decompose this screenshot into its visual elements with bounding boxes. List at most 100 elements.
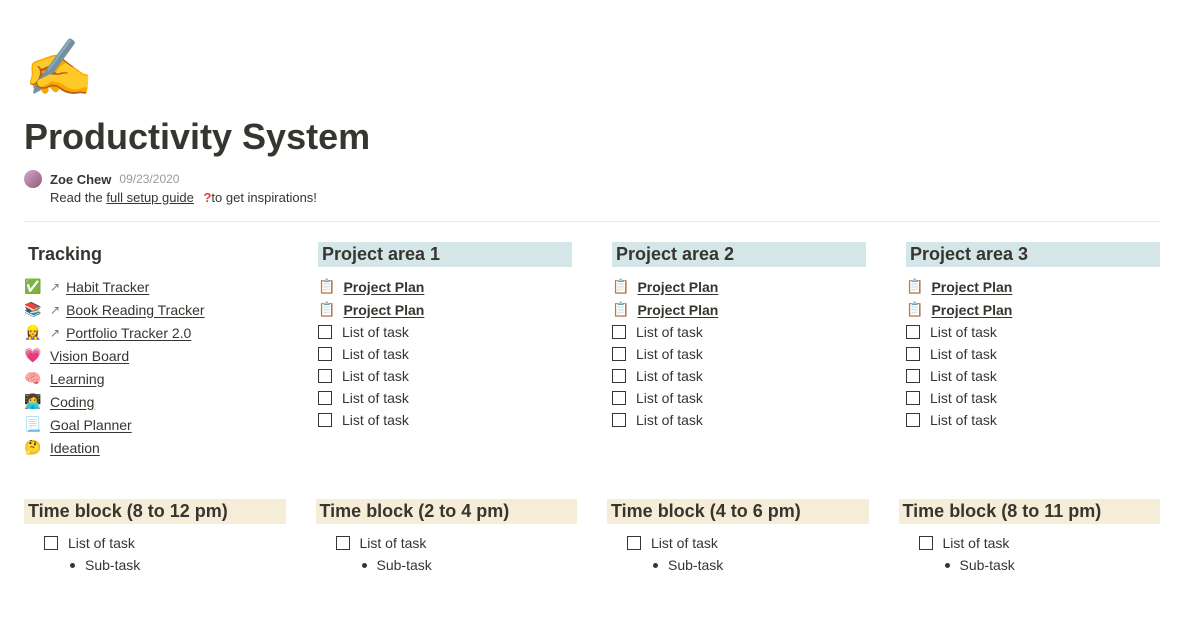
todo-item[interactable]: List of task bbox=[612, 409, 866, 431]
todo-item[interactable]: List of task bbox=[318, 365, 572, 387]
todo-item[interactable]: List of task bbox=[318, 343, 572, 365]
tracking-label: Ideation bbox=[50, 440, 100, 456]
author-name: Zoe Chew bbox=[50, 172, 111, 187]
emoji-icon: ✅ bbox=[24, 278, 44, 295]
plan-label: Project Plan bbox=[931, 302, 1012, 318]
author-row: Zoe Chew 09/23/2020 bbox=[24, 170, 1160, 188]
avatar bbox=[24, 170, 42, 188]
tracking-item[interactable]: 📚 ↗ Book Reading Tracker bbox=[24, 298, 278, 321]
todo-label: List of task bbox=[360, 535, 427, 551]
bullet-icon bbox=[945, 563, 950, 568]
checkbox-icon[interactable] bbox=[906, 347, 920, 361]
col-project-3: Project area 3 📋Project Plan 📋Project Pl… bbox=[906, 242, 1160, 459]
project-plan-link[interactable]: 📋 Project Plan bbox=[318, 275, 572, 298]
tracking-label: Learning bbox=[50, 371, 105, 387]
todo-label: List of task bbox=[930, 324, 997, 340]
checkbox-icon[interactable] bbox=[906, 325, 920, 339]
emoji-icon: 💗 bbox=[24, 347, 44, 364]
checkbox-icon[interactable] bbox=[612, 347, 626, 361]
tracking-item[interactable]: 🧠 Learning bbox=[24, 367, 278, 390]
subtask-item[interactable]: Sub-task bbox=[316, 554, 578, 576]
tracking-item[interactable]: 📃 Goal Planner bbox=[24, 413, 278, 436]
top-columns: Tracking ✅ ↗ Habit Tracker 📚 ↗ Book Read… bbox=[24, 242, 1160, 459]
todo-item[interactable]: List of task bbox=[906, 365, 1160, 387]
tracking-item[interactable]: 👷‍♀️ ↗ Portfolio Tracker 2.0 bbox=[24, 321, 278, 344]
tracking-label: Goal Planner bbox=[50, 417, 132, 433]
checkbox-icon[interactable] bbox=[318, 413, 332, 427]
checkbox-icon[interactable] bbox=[906, 391, 920, 405]
todo-item[interactable]: List of task bbox=[612, 321, 866, 343]
todo-item[interactable]: List of task bbox=[318, 387, 572, 409]
col-tracking: Tracking ✅ ↗ Habit Tracker 📚 ↗ Book Read… bbox=[24, 242, 278, 459]
subtask-item[interactable]: Sub-task bbox=[899, 554, 1161, 576]
todo-item[interactable]: List of task bbox=[612, 343, 866, 365]
col-timeblock-3: Time block (4 to 6 pm) List of task Sub-… bbox=[607, 499, 869, 576]
emoji-icon: 👷‍♀️ bbox=[24, 324, 44, 341]
clipboard-icon: 📋 bbox=[318, 301, 335, 318]
heading-timeblock-3: Time block (4 to 6 pm) bbox=[607, 499, 869, 524]
clipboard-icon: 📋 bbox=[906, 278, 923, 295]
tracking-item[interactable]: 🤔 Ideation bbox=[24, 436, 278, 459]
project-plan-link[interactable]: 📋Project Plan bbox=[318, 298, 572, 321]
plan-label: Project Plan bbox=[343, 279, 424, 295]
project-plan-link[interactable]: 📋Project Plan bbox=[906, 298, 1160, 321]
todo-label: List of task bbox=[930, 346, 997, 362]
todo-label: List of task bbox=[930, 368, 997, 384]
emoji-icon: 🤔 bbox=[24, 439, 44, 456]
subtask-label: Sub-task bbox=[668, 557, 723, 573]
checkbox-icon[interactable] bbox=[44, 536, 58, 550]
subtask-label: Sub-task bbox=[377, 557, 432, 573]
todo-item[interactable]: List of task bbox=[906, 409, 1160, 431]
checkbox-icon[interactable] bbox=[612, 325, 626, 339]
todo-item[interactable]: List of task bbox=[906, 321, 1160, 343]
clipboard-icon: 📋 bbox=[318, 278, 335, 295]
emoji-icon: 📃 bbox=[24, 416, 44, 433]
todo-item[interactable]: List of task bbox=[318, 409, 572, 431]
checkbox-icon[interactable] bbox=[612, 369, 626, 383]
todo-item[interactable]: List of task bbox=[899, 532, 1161, 554]
tracking-item[interactable]: ✅ ↗ Habit Tracker bbox=[24, 275, 278, 298]
setup-guide-link[interactable]: full setup guide bbox=[106, 190, 193, 205]
tracking-item[interactable]: 👩‍💻 Coding bbox=[24, 390, 278, 413]
todo-label: List of task bbox=[342, 390, 409, 406]
checkbox-icon[interactable] bbox=[318, 391, 332, 405]
todo-item[interactable]: List of task bbox=[607, 532, 869, 554]
checkbox-icon[interactable] bbox=[612, 391, 626, 405]
checkbox-icon[interactable] bbox=[318, 325, 332, 339]
tracking-label: Vision Board bbox=[50, 348, 129, 364]
project-plan-link[interactable]: 📋Project Plan bbox=[612, 275, 866, 298]
bullet-icon bbox=[70, 563, 75, 568]
tracking-label: Portfolio Tracker 2.0 bbox=[66, 325, 191, 341]
todo-item[interactable]: List of task bbox=[906, 343, 1160, 365]
project-plan-link[interactable]: 📋Project Plan bbox=[612, 298, 866, 321]
todo-label: List of task bbox=[68, 535, 135, 551]
project-plan-link[interactable]: 📋Project Plan bbox=[906, 275, 1160, 298]
subtask-item[interactable]: Sub-task bbox=[24, 554, 286, 576]
checkbox-icon[interactable] bbox=[318, 347, 332, 361]
subtask-item[interactable]: Sub-task bbox=[607, 554, 869, 576]
checkbox-icon[interactable] bbox=[318, 369, 332, 383]
tracking-item[interactable]: 💗 Vision Board bbox=[24, 344, 278, 367]
todo-label: List of task bbox=[342, 346, 409, 362]
checkbox-icon[interactable] bbox=[906, 369, 920, 383]
todo-item[interactable]: List of task bbox=[318, 321, 572, 343]
checkbox-icon[interactable] bbox=[627, 536, 641, 550]
bullet-icon bbox=[653, 563, 658, 568]
subline-post: to get inspirations! bbox=[211, 190, 317, 205]
checkbox-icon[interactable] bbox=[919, 536, 933, 550]
todo-label: List of task bbox=[342, 368, 409, 384]
checkbox-icon[interactable] bbox=[336, 536, 350, 550]
todo-item[interactable]: List of task bbox=[906, 387, 1160, 409]
todo-item[interactable]: List of task bbox=[612, 365, 866, 387]
todo-item[interactable]: List of task bbox=[612, 387, 866, 409]
checkbox-icon[interactable] bbox=[612, 413, 626, 427]
todo-item[interactable]: List of task bbox=[24, 532, 286, 554]
todo-item[interactable]: List of task bbox=[316, 532, 578, 554]
heading-project-1: Project area 1 bbox=[318, 242, 572, 267]
todo-label: List of task bbox=[651, 535, 718, 551]
heading-timeblock-1: Time block (8 to 12 pm) bbox=[24, 499, 286, 524]
checkbox-icon[interactable] bbox=[906, 413, 920, 427]
todo-label: List of task bbox=[342, 412, 409, 428]
col-timeblock-1: Time block (8 to 12 pm) List of task Sub… bbox=[24, 499, 286, 576]
plan-label: Project Plan bbox=[637, 302, 718, 318]
